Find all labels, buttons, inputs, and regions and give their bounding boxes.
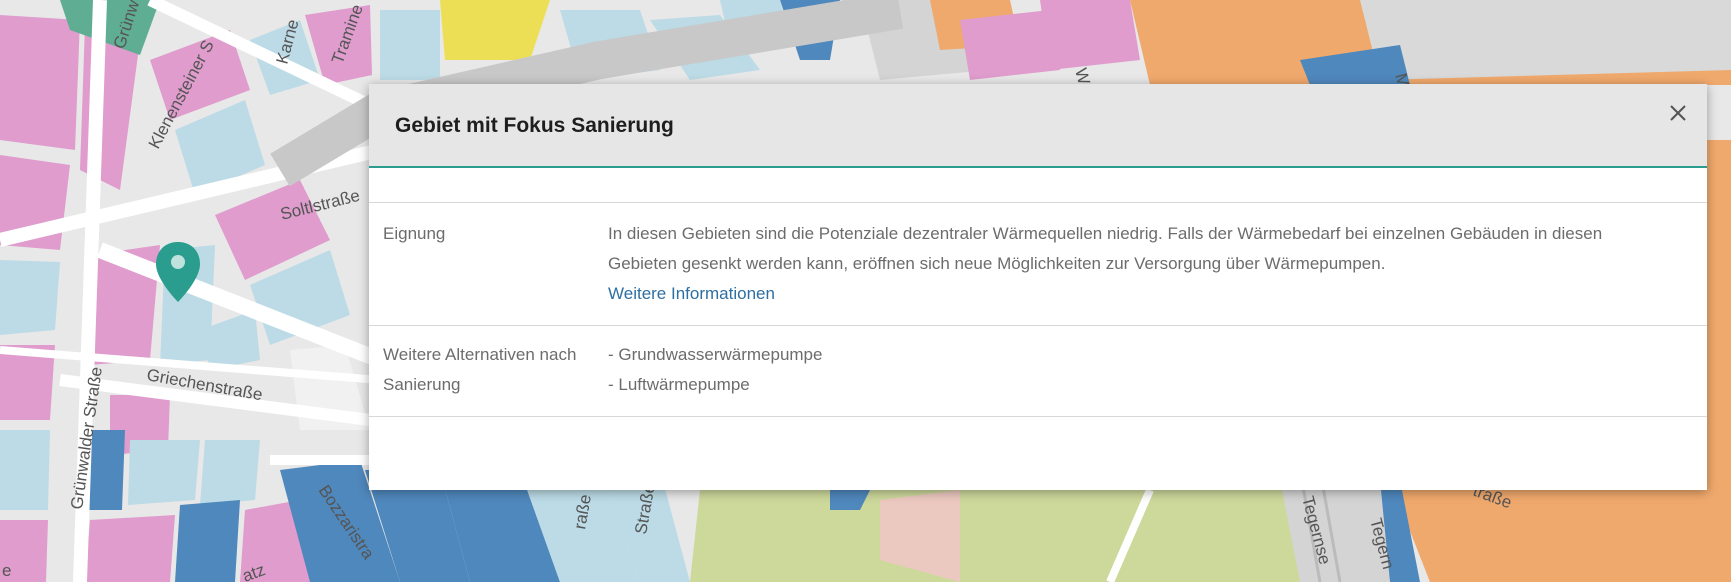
info-row-alternatives: Weitere Alternativen nach Sanierung - Gr… xyxy=(369,326,1707,417)
row-label: Eignung xyxy=(383,224,446,243)
building-block xyxy=(0,430,50,510)
row-label: Weitere Alternativen nach Sanierung xyxy=(383,345,577,394)
building-block xyxy=(128,440,200,505)
list-item: - Luftwärmepumpe xyxy=(608,375,750,394)
building-block xyxy=(1040,0,1140,70)
close-button[interactable] xyxy=(1663,98,1693,128)
more-info-link[interactable]: Weitere Informationen xyxy=(608,284,775,303)
row-text: In diesen Gebieten sind die Potenziale d… xyxy=(608,224,1603,273)
info-popup: Gebiet mit Fokus Sanierung Eignung In di… xyxy=(369,84,1707,490)
row-value: - Grundwasserwärmepumpe - Luftwärmepumpe xyxy=(608,340,1707,400)
building-block xyxy=(175,500,240,582)
building-block xyxy=(1390,480,1731,582)
building-block xyxy=(380,10,440,80)
row-value: In diesen Gebieten sind die Potenziale d… xyxy=(608,219,1707,309)
building-block xyxy=(1707,140,1731,480)
popup-body: Eignung In diesen Gebieten sind die Pote… xyxy=(369,168,1707,417)
building-block xyxy=(200,440,260,505)
popup-header: Gebiet mit Fokus Sanierung xyxy=(369,84,1707,168)
building-block xyxy=(0,15,80,150)
building-block xyxy=(1360,0,1731,80)
list-item: - Grundwasserwärmepumpe xyxy=(608,345,823,364)
popup-title: Gebiet mit Fokus Sanierung xyxy=(395,114,674,137)
building-block xyxy=(0,260,60,335)
info-row-eignung: Eignung In diesen Gebieten sind die Pote… xyxy=(369,203,1707,326)
close-icon[interactable] xyxy=(1663,98,1693,128)
building-block xyxy=(85,515,175,582)
park-area xyxy=(690,490,1360,582)
street-label: e xyxy=(2,561,11,580)
